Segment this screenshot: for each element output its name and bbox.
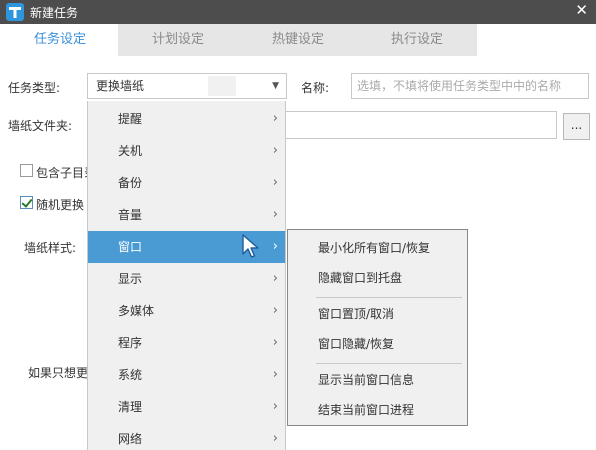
name-label: 名称: — [301, 81, 330, 95]
chevron-right-icon: › — [272, 399, 278, 414]
submenu-item-show-info[interactable]: 显示当前窗口信息 — [288, 365, 467, 395]
task-type-dropdown: 提醒 › 关机 › 备份 › 音量 › 窗口 › 显示 › 多媒体 › 程序 ›… — [87, 101, 286, 450]
task-type-select[interactable]: 更换墙纸 ▼ — [87, 73, 287, 99]
dropdown-item-shutdown[interactable]: 关机 › — [88, 135, 285, 167]
task-type-value: 更换墙纸 — [96, 79, 145, 93]
submenu-separator — [316, 363, 462, 364]
random-change-label: 随机更换 — [36, 198, 85, 212]
dropdown-item-label: 音量 — [118, 208, 143, 222]
mouse-pointer-icon — [242, 234, 262, 260]
chevron-right-icon: › — [272, 239, 278, 254]
window-submenu: 最小化所有窗口/恢复 隐藏窗口到托盘 窗口置顶/取消 窗口隐藏/恢复 显示当前窗… — [287, 229, 468, 426]
select-hover-area — [208, 76, 236, 96]
folder-label: 墙纸文件夹: — [8, 119, 73, 133]
dropdown-item-label: 清理 — [118, 400, 143, 414]
chevron-right-icon: › — [272, 335, 278, 350]
chevron-right-icon: › — [272, 143, 278, 158]
chevron-right-icon: › — [272, 303, 278, 318]
tab-hotkey-settings[interactable]: 热键设定 — [238, 24, 358, 56]
tab-schedule-settings[interactable]: 计划设定 — [118, 24, 238, 56]
dropdown-item-volume[interactable]: 音量 › — [88, 199, 285, 231]
tab-execution-settings[interactable]: 执行设定 — [357, 24, 477, 56]
dropdown-item-label: 显示 — [118, 272, 143, 286]
dropdown-item-label: 备份 — [118, 176, 143, 190]
dropdown-item-multimedia[interactable]: 多媒体 › — [88, 295, 285, 327]
chevron-right-icon: › — [272, 431, 278, 446]
chevron-right-icon: › — [272, 367, 278, 382]
dropdown-item-label: 网络 — [118, 432, 143, 446]
dropdown-item-label: 多媒体 — [118, 304, 155, 318]
dropdown-item-program[interactable]: 程序 › — [88, 327, 285, 359]
dropdown-item-display[interactable]: 显示 › — [88, 263, 285, 295]
folder-path-input[interactable] — [285, 111, 557, 139]
chevron-right-icon: › — [272, 207, 278, 222]
dropdown-item-label: 程序 — [118, 336, 143, 350]
hint-text: 如果只想更 — [28, 366, 89, 380]
dropdown-item-cleanup[interactable]: 清理 › — [88, 391, 285, 423]
dropdown-item-network[interactable]: 网络 › — [88, 423, 285, 450]
browse-button[interactable]: ... — [563, 113, 590, 140]
submenu-item-topmost[interactable]: 窗口置顶/取消 — [288, 299, 467, 329]
dropdown-item-label: 关机 — [118, 144, 143, 158]
submenu-separator — [316, 297, 462, 298]
window-title: 新建任务 — [30, 6, 79, 20]
wallpaper-style-label: 墙纸样式: — [24, 241, 77, 255]
tab-task-settings[interactable]: 任务设定 — [0, 24, 120, 56]
chevron-right-icon: › — [272, 111, 278, 126]
dropdown-item-backup[interactable]: 备份 › — [88, 167, 285, 199]
chevron-right-icon: › — [272, 175, 278, 190]
title-bar: 新建任务 ✕ — [0, 0, 596, 24]
submenu-item-hide-to-tray[interactable]: 隐藏窗口到托盘 — [288, 263, 467, 293]
submenu-item-hide-restore[interactable]: 窗口隐藏/恢复 — [288, 329, 467, 359]
task-type-label: 任务类型: — [8, 81, 61, 95]
close-icon[interactable]: ✕ — [575, 1, 588, 19]
tab-bar: 任务设定 计划设定 热键设定 执行设定 — [0, 24, 596, 62]
app-logo-icon — [6, 3, 24, 21]
dropdown-item-label: 提醒 — [118, 112, 143, 126]
name-input[interactable]: 选填，不填将使用任务类型中中的名称 — [351, 73, 589, 99]
random-change-checkbox[interactable] — [20, 196, 33, 209]
dropdown-item-system[interactable]: 系统 › — [88, 359, 285, 391]
submenu-item-minimize-all[interactable]: 最小化所有窗口/恢复 — [288, 233, 467, 263]
chevron-down-icon[interactable]: ▼ — [272, 74, 279, 98]
dropdown-item-reminder[interactable]: 提醒 › — [88, 103, 285, 135]
submenu-item-kill-process[interactable]: 结束当前窗口进程 — [288, 395, 467, 425]
chevron-right-icon: › — [272, 271, 278, 286]
include-subdirs-checkbox[interactable] — [20, 164, 33, 177]
dropdown-item-label: 窗口 — [118, 240, 143, 254]
dropdown-item-label: 系统 — [118, 368, 143, 382]
